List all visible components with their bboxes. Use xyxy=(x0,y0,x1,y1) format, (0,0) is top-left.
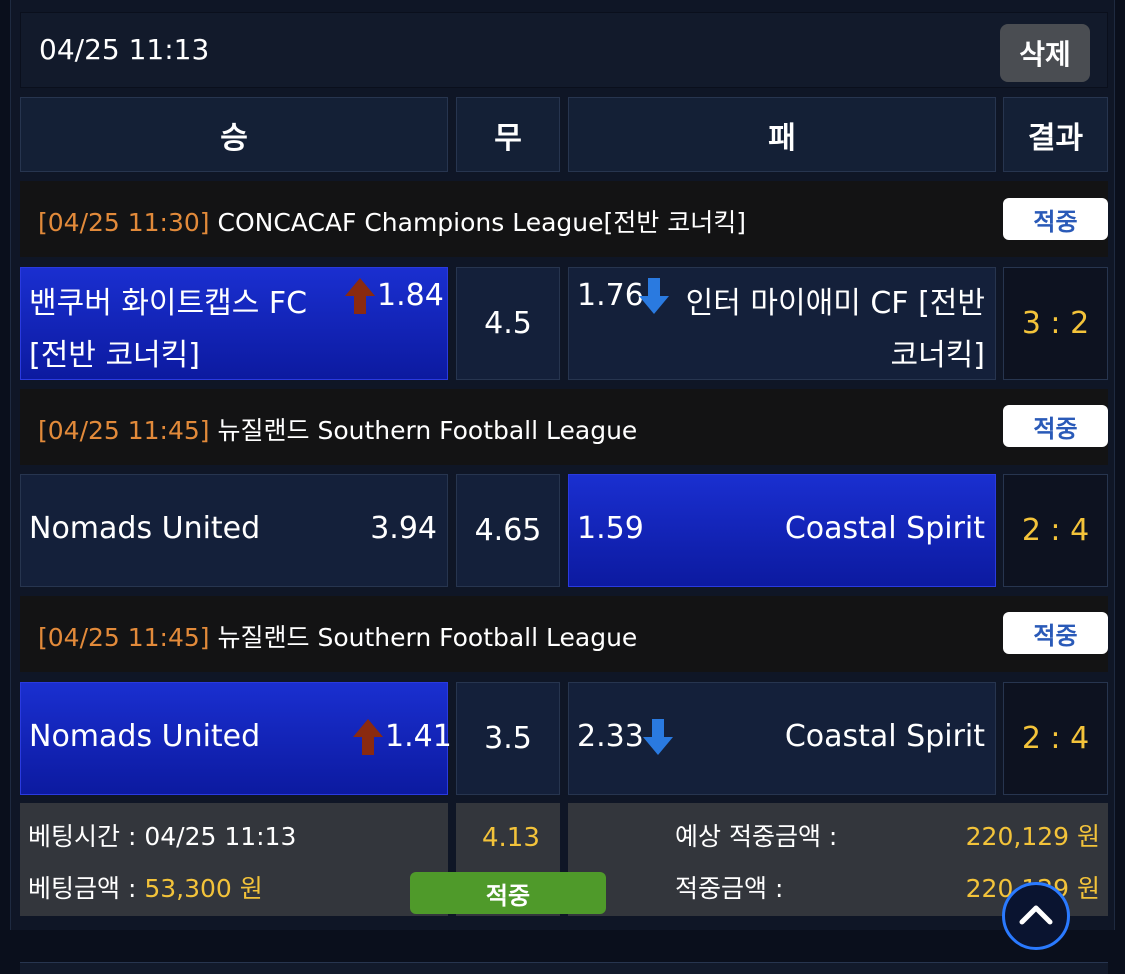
home-team-name: 밴쿠버 화이트캡스 FC xyxy=(29,286,308,321)
expected-amount-label: 예상 적중금액 : xyxy=(675,822,838,851)
home-team-name-line2: [전반 코너킥] xyxy=(29,338,200,373)
bet-summary-left: 베팅시간 : 04/25 11:13 베팅금액 : 53,300 원 xyxy=(20,803,448,916)
league-time: [04/25 11:45] xyxy=(38,416,210,445)
league-name: CONCACAF Champions League[전반 코너킥] xyxy=(217,208,746,237)
total-odds: 4.13 xyxy=(482,823,540,853)
bet-amount-value: 53,300 원 xyxy=(144,874,263,903)
home-odds: 1.84 xyxy=(377,278,444,313)
delete-button[interactable]: 삭제 xyxy=(1000,24,1090,82)
column-lose: 패 xyxy=(568,97,996,172)
home-odds-cell[interactable]: Nomads United 3.94 xyxy=(20,474,448,587)
home-odds-cell[interactable]: Nomads United 1.41 xyxy=(20,682,452,795)
won-amount-label: 적중금액 : xyxy=(675,874,784,903)
league-name: 뉴질랜드 Southern Football League xyxy=(217,623,638,652)
away-odds: 2.33 xyxy=(577,719,644,754)
draw-odds-cell[interactable]: 4.5 xyxy=(456,267,560,380)
hit-status-badge: 적중 xyxy=(410,872,606,914)
away-team-name: Coastal Spirit xyxy=(784,719,985,754)
league-row: [04/25 11:30] CONCACAF Champions League[… xyxy=(20,181,1108,257)
draw-odds: 4.65 xyxy=(474,513,542,548)
league-row: [04/25 11:45] 뉴질랜드 Southern Football Lea… xyxy=(20,389,1108,465)
home-odds: 3.94 xyxy=(370,511,437,546)
away-odds-cell[interactable]: 2.33 Coastal Spirit xyxy=(568,682,996,795)
away-odds-cell[interactable]: 1.76 인터 마이애미 CF [전반 코너킥] xyxy=(568,267,996,380)
arrow-up-icon xyxy=(351,717,385,765)
score: 2 : 4 xyxy=(1021,721,1090,756)
score: 3 : 2 xyxy=(1021,306,1090,341)
draw-odds-cell[interactable]: 4.65 xyxy=(456,474,560,587)
league-row: [04/25 11:45] 뉴질랜드 Southern Football Lea… xyxy=(20,596,1108,672)
home-odds: 1.41 xyxy=(385,719,452,754)
home-team-name: Nomads United xyxy=(29,511,261,546)
home-odds-cell[interactable]: 밴쿠버 화이트캡스 FC [전반 코너킥] 1.84 xyxy=(20,267,448,380)
hit-badge: 적중 xyxy=(1003,198,1108,240)
home-team-name: Nomads United xyxy=(29,719,261,754)
arrow-up-icon xyxy=(343,276,377,324)
arrow-down-icon xyxy=(637,276,671,324)
away-odds-cell[interactable]: 1.59 Coastal Spirit xyxy=(568,474,996,587)
column-result: 결과 xyxy=(1003,97,1108,172)
away-odds: 1.76 xyxy=(577,278,644,313)
column-draw: 무 xyxy=(456,97,560,172)
result-cell: 2 : 4 xyxy=(1003,474,1108,587)
bet-amount-label: 베팅금액 : xyxy=(28,874,137,903)
league-time: [04/25 11:45] xyxy=(38,623,210,652)
next-slip-edge xyxy=(20,962,1108,974)
away-team-name: Coastal Spirit xyxy=(784,511,985,546)
draw-odds-cell[interactable]: 3.5 xyxy=(456,682,560,795)
bet-time-label: 베팅시간 : xyxy=(28,822,137,851)
league-name: 뉴질랜드 Southern Football League xyxy=(217,416,638,445)
result-cell: 2 : 4 xyxy=(1003,682,1108,795)
bet-time-value: 04/25 11:13 xyxy=(144,822,297,851)
draw-odds: 3.5 xyxy=(484,721,532,756)
score: 2 : 4 xyxy=(1021,513,1090,548)
hit-badge: 적중 xyxy=(1003,405,1108,447)
away-team-name-line2: 코너킥] xyxy=(890,338,985,373)
result-cell: 3 : 2 xyxy=(1003,267,1108,380)
away-odds: 1.59 xyxy=(577,511,644,546)
column-win: 승 xyxy=(20,97,448,172)
chevron-up-icon xyxy=(1019,903,1053,929)
draw-odds: 4.5 xyxy=(484,306,532,341)
expected-amount-value: 220,129 원 xyxy=(965,822,1100,851)
scroll-top-button[interactable] xyxy=(1002,882,1070,950)
away-team-name: 인터 마이애미 CF [전반 xyxy=(685,286,985,321)
league-time: [04/25 11:30] xyxy=(38,208,210,237)
hit-badge: 적중 xyxy=(1003,612,1108,654)
arrow-down-icon xyxy=(641,717,675,765)
bet-header: 04/25 11:13 삭제 xyxy=(20,12,1108,88)
bet-datetime: 04/25 11:13 xyxy=(39,33,210,66)
